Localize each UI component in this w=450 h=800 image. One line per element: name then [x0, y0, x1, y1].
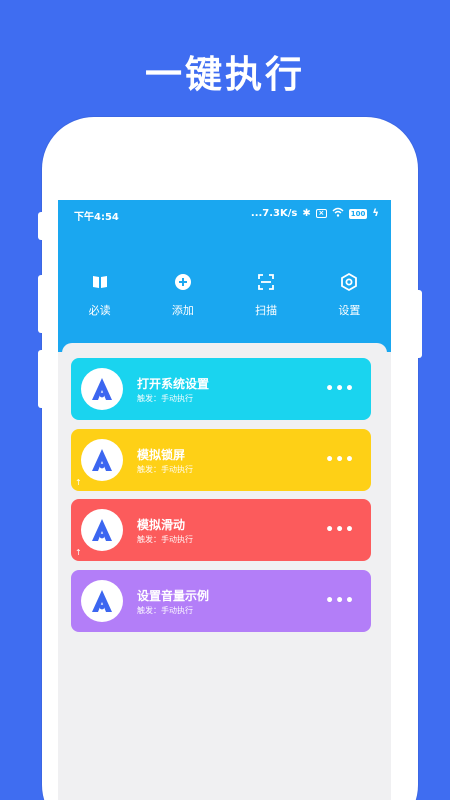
sim-icon: × [315, 209, 327, 218]
phone-volume-down-button [38, 350, 44, 408]
card-open-system-settings[interactable]: 打开系统设置触发：手动执行 ••• [71, 358, 371, 420]
tool-read-label: 必读 [88, 304, 111, 317]
tool-add-label: 添加 [171, 304, 194, 317]
toolbar: 必读 添加 扫描 设置 [58, 272, 391, 322]
app-logo-icon [81, 439, 123, 481]
pin-icon: ↑ [75, 548, 82, 557]
card-simulate-swipe[interactable]: 模拟滑动触发：手动执行 ••• ↑ [71, 499, 371, 561]
pin-icon: ↑ [75, 478, 82, 487]
network-speed: ...7.3K/s [250, 208, 298, 219]
tool-scan-button[interactable]: 扫描 [231, 272, 301, 322]
phone-power-button [416, 290, 422, 358]
battery-indicator: 100 [348, 208, 368, 219]
wifi-icon [332, 207, 344, 220]
tool-settings-label: 设置 [338, 304, 361, 317]
card-trigger: 触发：手动执行 [137, 535, 193, 544]
settings-icon [341, 272, 358, 292]
status-bar: 下午4:54 ...7.3K/s ✱ × 100 ϟ [58, 200, 391, 228]
bluetooth-icon: ✱ [302, 208, 311, 219]
more-options-icon[interactable]: ••• [325, 593, 355, 609]
phone-screen: 下午4:54 ...7.3K/s ✱ × 100 ϟ 必读 添加 扫描 设置 打… [58, 200, 391, 800]
card-title: 模拟滑动 [137, 518, 186, 532]
app-logo-icon [81, 368, 123, 410]
card-trigger: 触发：手动执行 [137, 606, 193, 615]
status-icons: ...7.3K/s ✱ × 100 ϟ [251, 207, 379, 220]
card-trigger: 触发：手动执行 [137, 394, 193, 403]
app-logo-icon [81, 509, 123, 551]
card-title: 设置音量示例 [137, 589, 210, 603]
tool-scan-label: 扫描 [255, 304, 278, 317]
phone-side-button [38, 212, 44, 240]
charging-icon: ϟ [372, 208, 379, 219]
card-simulate-lock-screen[interactable]: 模拟锁屏触发：手动执行 ••• ↑ [71, 429, 371, 491]
tool-read-button[interactable]: 必读 [65, 272, 135, 322]
book-icon [92, 276, 107, 288]
card-volume-example[interactable]: 设置音量示例触发：手动执行 ••• [71, 570, 371, 632]
tool-add-button[interactable]: 添加 [148, 272, 218, 322]
card-title: 打开系统设置 [137, 377, 210, 391]
promo-headline: 一键执行 [145, 53, 305, 96]
card-trigger: 触发：手动执行 [137, 465, 193, 474]
more-options-icon[interactable]: ••• [325, 381, 355, 397]
more-options-icon[interactable]: ••• [325, 522, 355, 538]
tool-settings-button[interactable]: 设置 [314, 272, 384, 322]
more-options-icon[interactable]: ••• [325, 452, 355, 468]
card-title: 模拟锁屏 [137, 448, 186, 462]
add-icon [174, 274, 191, 290]
phone-volume-up-button [38, 275, 44, 333]
app-logo-icon [81, 580, 123, 622]
app-header: 下午4:54 ...7.3K/s ✱ × 100 ϟ 必读 添加 扫描 设置 [58, 200, 391, 352]
scan-icon [258, 274, 275, 290]
status-time: 下午4:54 [74, 212, 119, 223]
